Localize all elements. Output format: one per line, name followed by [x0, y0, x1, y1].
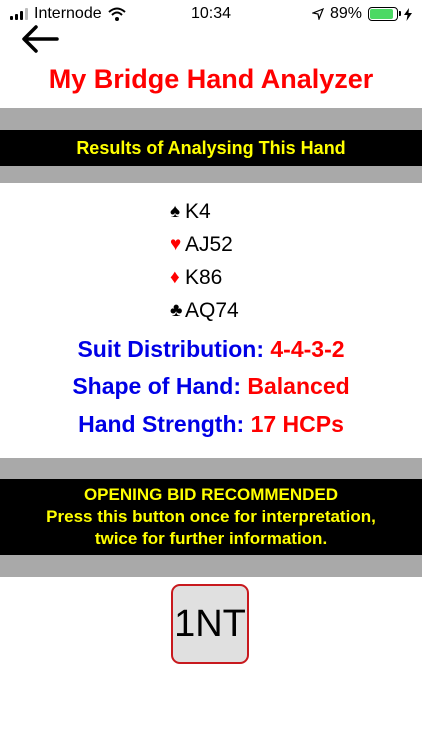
heart-icon: ♥: [170, 234, 182, 255]
diamond-icon: ♦: [170, 267, 180, 288]
charging-icon: [404, 7, 412, 21]
hand-row-hearts: ♥ AJ52: [170, 228, 239, 261]
gray-divider: [0, 108, 422, 130]
bid-button[interactable]: 1NT: [171, 584, 249, 664]
hand-strength: Hand Strength: 17 HCPs: [0, 411, 422, 438]
recommendation-panel: OPENING BID RECOMMENDED Press this butto…: [0, 479, 422, 555]
hand-list: ♠ K4 ♥ AJ52 ♦ K86 ♣ AQ74: [170, 195, 239, 327]
recommendation-instruction-1: Press this button once for interpretatio…: [46, 507, 376, 526]
hand-row-clubs: ♣ AQ74: [170, 294, 239, 327]
distribution-value: 4-4-3-2: [270, 336, 345, 362]
status-right: 89%: [311, 5, 412, 23]
shape-label: Shape of Hand:: [72, 373, 241, 399]
hand-row-spades: ♠ K4: [170, 195, 239, 228]
app-title: My Bridge Hand Analyzer: [48, 64, 374, 94]
strength-label: Hand Strength:: [78, 411, 245, 437]
spade-icon: ♠: [170, 201, 181, 222]
battery-level: [370, 9, 394, 19]
diamonds-cards: K86: [185, 266, 223, 289]
hearts-cards: AJ52: [185, 233, 233, 256]
hand-shape: Shape of Hand: Balanced: [0, 373, 422, 400]
battery-percent: 89%: [329, 5, 362, 22]
spades-cards: K4: [185, 200, 211, 223]
battery-icon: [368, 7, 401, 21]
suit-distribution: Suit Distribution: 4-4-3-2: [0, 336, 422, 363]
shape-value: Balanced: [247, 373, 350, 399]
results-header: Results of Analysing This Hand: [0, 130, 422, 166]
gray-divider: [0, 458, 422, 479]
clubs-cards: AQ74: [185, 299, 239, 322]
gray-divider: [0, 555, 422, 577]
distribution-label: Suit Distribution:: [77, 336, 264, 362]
gray-divider: [0, 166, 422, 183]
strength-value: 17 HCPs: [250, 411, 344, 437]
hand-row-diamonds: ♦ K86: [170, 261, 239, 294]
recommendation-instruction-2: twice for further information.: [94, 529, 328, 548]
status-bar: Internode 10:34 89%: [0, 0, 422, 30]
recommendation-title: OPENING BID RECOMMENDED: [83, 485, 339, 504]
back-button[interactable]: [20, 24, 62, 54]
club-icon: ♣: [170, 300, 183, 321]
location-icon: [311, 8, 324, 20]
arrow-left-icon: [22, 25, 59, 53]
